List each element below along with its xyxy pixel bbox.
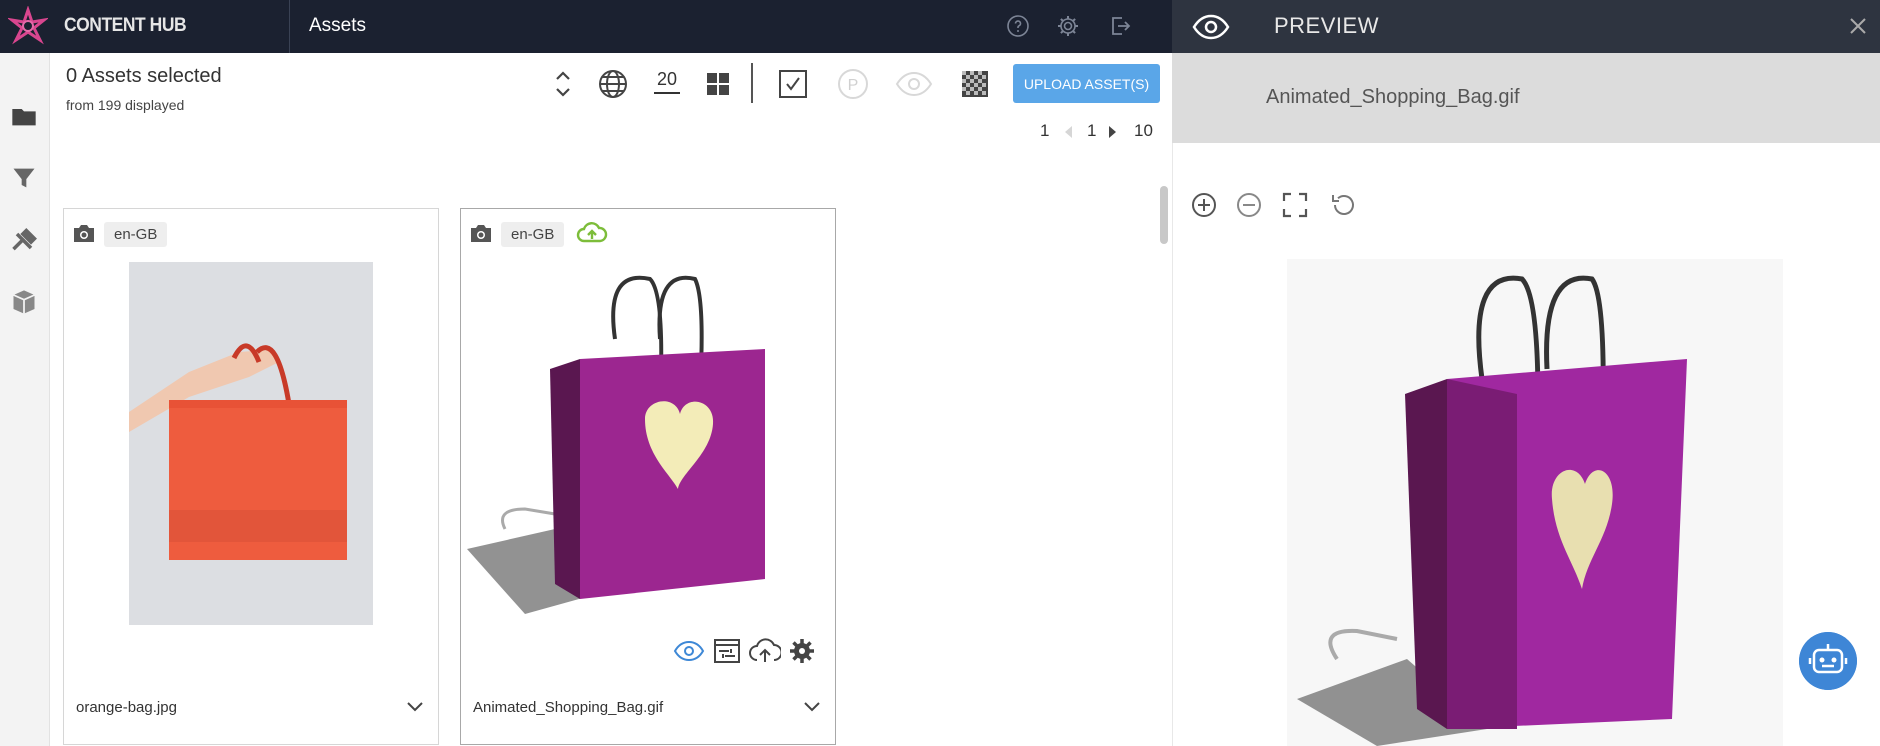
- assets-panel: 0 Assets selected from 199 displayed 20 …: [50, 53, 1172, 746]
- edit-details-icon[interactable]: [711, 636, 743, 666]
- asset-settings-gear-icon[interactable]: [786, 636, 818, 666]
- preview-filename-bar: Animated_Shopping_Bag.gif: [1172, 53, 1880, 143]
- shopping-bag-thumbnail[interactable]: [465, 259, 831, 629]
- section-title: Assets: [309, 15, 367, 36]
- camera-icon: [74, 225, 94, 242]
- cloud-upload-status-icon: [576, 222, 608, 243]
- help-icon[interactable]: [1006, 14, 1030, 38]
- publish-p-icon[interactable]: P: [836, 67, 870, 101]
- locale-badge: en-GB: [104, 222, 168, 247]
- preview-eye-icon[interactable]: [673, 636, 705, 666]
- scrollbar-thumb[interactable]: [1160, 186, 1168, 244]
- pager-next-icon[interactable]: [1107, 124, 1119, 140]
- preview-image: [1287, 259, 1783, 746]
- app-root: CONTENT HUB Assets 0 Assets selected fro…: [0, 0, 1880, 746]
- asset-filename[interactable]: Animated_Shopping_Bag.gif: [473, 699, 663, 716]
- logout-icon[interactable]: [1108, 14, 1132, 38]
- page-size-selector[interactable]: 20: [654, 69, 680, 94]
- reset-rotate-icon[interactable]: [1329, 191, 1357, 219]
- sort-arrows-icon[interactable]: [546, 67, 580, 101]
- topbar-divider: [289, 0, 290, 53]
- camera-icon: [471, 225, 491, 242]
- asset-filename[interactable]: orange-bag.jpg: [76, 699, 177, 716]
- pager-prev-icon[interactable]: [1062, 124, 1074, 140]
- preview-filename: Animated_Shopping_Bag.gif: [1266, 86, 1520, 108]
- preview-header: PREVIEW: [1172, 0, 1880, 53]
- asset-card-selected[interactable]: en-GB Animated_Shopping_Bag.gif: [460, 208, 836, 745]
- select-all-checkbox-icon[interactable]: [776, 67, 810, 101]
- globe-language-icon[interactable]: [596, 67, 630, 101]
- cloud-upload-icon[interactable]: [749, 636, 781, 666]
- pager-current: 1: [1087, 121, 1097, 140]
- selection-count: 0 Assets selected: [66, 65, 222, 87]
- preview-title: PREVIEW: [1274, 13, 1379, 38]
- toolbar-divider: [751, 63, 753, 103]
- content-hub-logo-icon[interactable]: [8, 6, 48, 46]
- settings-gear-icon[interactable]: [1056, 14, 1080, 38]
- brand-name: CONTENT HUB: [64, 15, 187, 36]
- chevron-down-icon[interactable]: [801, 695, 823, 717]
- svg-text:P: P: [848, 77, 859, 94]
- close-icon[interactable]: [1848, 16, 1868, 36]
- chevron-down-icon[interactable]: [404, 695, 426, 717]
- checkerboard-icon[interactable]: [958, 67, 992, 101]
- filter-icon[interactable]: [10, 164, 38, 192]
- preview-body: [1172, 143, 1880, 746]
- grid-view-icon[interactable]: [701, 67, 735, 101]
- pager-last[interactable]: 10: [1134, 121, 1153, 141]
- preview-eye-disabled-icon[interactable]: [894, 67, 934, 101]
- zoom-out-icon[interactable]: [1235, 191, 1263, 219]
- tools-icon[interactable]: [10, 227, 38, 255]
- displayed-count: from 199 displayed: [66, 97, 185, 113]
- orange-bag-thumbnail[interactable]: [129, 262, 373, 625]
- zoom-in-icon[interactable]: [1190, 191, 1218, 219]
- locale-badge: en-GB: [501, 222, 565, 247]
- top-bar: CONTENT HUB Assets: [0, 0, 1172, 53]
- eye-icon: [1192, 14, 1230, 40]
- folder-icon[interactable]: [10, 102, 38, 130]
- upload-assets-button[interactable]: UPLOAD ASSET(S): [1013, 64, 1160, 103]
- asset-card[interactable]: en-GB orange-bag.jpg: [63, 208, 439, 745]
- left-rail: [0, 53, 50, 746]
- package-box-icon[interactable]: [10, 288, 38, 316]
- fullscreen-icon[interactable]: [1281, 191, 1309, 219]
- pager-first[interactable]: 1: [1040, 121, 1049, 141]
- chatbot-assistant-icon[interactable]: [1799, 632, 1857, 690]
